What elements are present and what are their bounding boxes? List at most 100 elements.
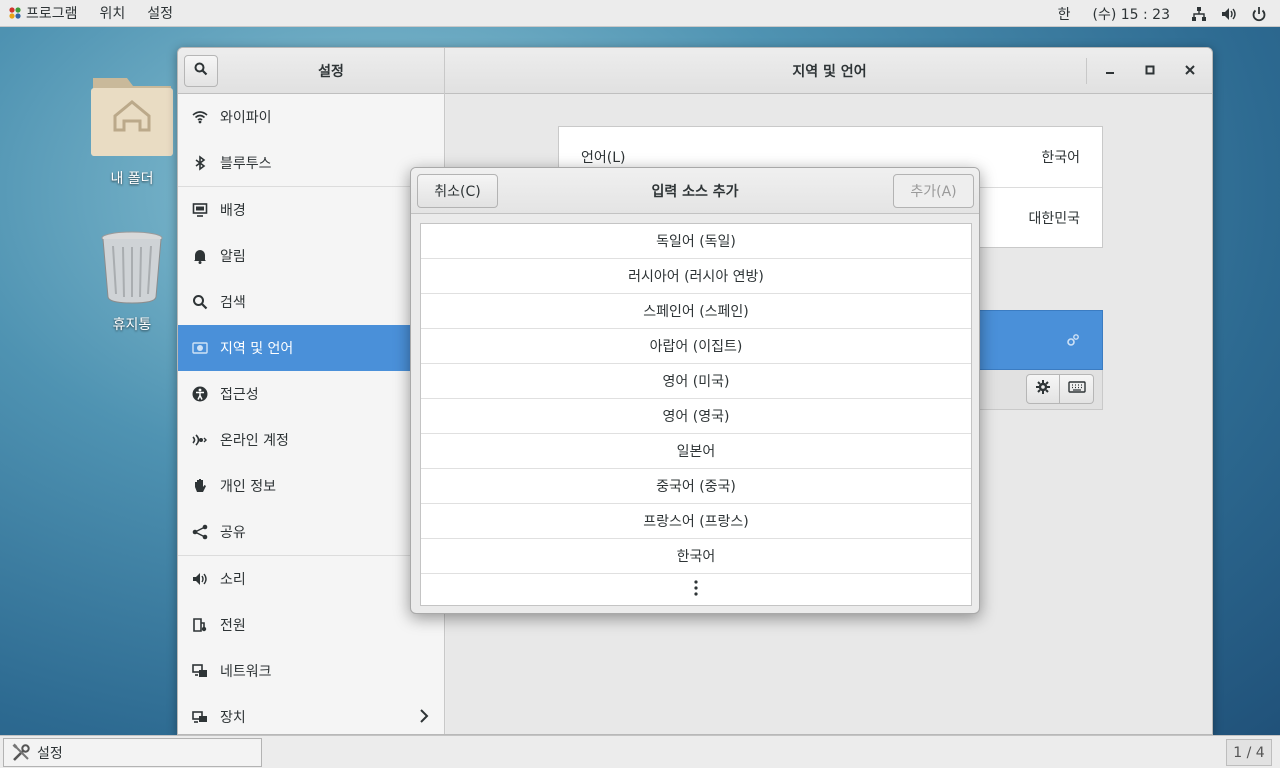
keyboard-layout-button[interactable] — [1060, 374, 1094, 404]
list-item[interactable]: 일본어 — [421, 434, 971, 469]
sidebar-item-bluetooth[interactable]: 블루투스 — [178, 140, 445, 186]
list-item[interactable]: 영어 (영국) — [421, 399, 971, 434]
input-source-list: 독일어 (독일) 러시아어 (러시아 연방) 스페인어 (스페인) 아랍어 (이… — [420, 223, 972, 606]
sidebar-item-search[interactable]: 검색 — [178, 279, 445, 325]
language-value: 한국어 — [1041, 150, 1080, 166]
sound-icon — [192, 571, 208, 587]
applications-icon — [8, 6, 22, 20]
desktop-trash[interactable]: 휴지통 — [82, 230, 182, 334]
keyboard-icon — [1067, 380, 1086, 398]
top-bar: 프로그램 위치 설정 한 (수) 15 : 23 — [0, 0, 1280, 27]
workspace-switcher[interactable]: 1 / 4 — [1226, 739, 1272, 766]
share-icon — [192, 524, 208, 540]
sidebar-item-online-accounts[interactable]: 온라인 계정 — [178, 417, 445, 463]
sidebar-item-accessibility[interactable]: 접근성 — [178, 371, 445, 417]
taskbar-settings-window[interactable]: 설정 — [3, 738, 262, 767]
wifi-icon — [192, 109, 208, 125]
search-icon — [194, 62, 208, 80]
applications-menu[interactable]: 프로그램 — [0, 0, 89, 27]
places-menu[interactable]: 위치 — [89, 0, 137, 27]
more-options-row[interactable] — [421, 574, 971, 605]
sidebar-title: 설정 — [318, 64, 344, 80]
desktop-home-folder[interactable]: 내 폴더 — [82, 74, 182, 188]
settings-tools-icon — [11, 743, 31, 763]
clock[interactable]: (수) 15 : 23 — [1078, 0, 1184, 27]
sidebar-item-sharing[interactable]: 공유 — [178, 509, 445, 555]
bell-icon — [192, 248, 208, 264]
list-item[interactable]: 한국어 — [421, 539, 971, 574]
sidebar-item-notifications[interactable]: 알림 — [178, 233, 445, 279]
list-item[interactable]: 중국어 (중국) — [421, 469, 971, 504]
desktop-home-label: 내 폴더 — [110, 171, 154, 187]
sidebar-item-wifi[interactable]: 와이파이 — [178, 94, 445, 140]
maximize-button[interactable] — [1138, 59, 1162, 83]
sidebar-item-label: 알림 — [220, 249, 246, 265]
list-item[interactable]: 러시아어 (러시아 연방) — [421, 259, 971, 294]
list-item[interactable]: 독일어 (독일) — [421, 224, 971, 259]
sidebar-header: 설정 — [178, 48, 445, 94]
input-options-button[interactable] — [1026, 374, 1060, 404]
input-method-indicator[interactable]: 한 — [1050, 0, 1079, 27]
sidebar-item-label: 지역 및 언어 — [220, 341, 294, 357]
maximize-icon — [1145, 63, 1155, 79]
folder-home-icon — [89, 74, 175, 162]
power-icon[interactable] — [1244, 0, 1274, 27]
sidebar-item-label: 장치 — [220, 710, 246, 726]
sidebar-item-label: 네트워크 — [220, 664, 272, 680]
sidebar-item-power[interactable]: 전원 — [178, 602, 445, 648]
applications-label: 프로그램 — [26, 6, 78, 22]
add-input-source-dialog: 취소(C) 입력 소스 추가 추가(A) 독일어 (독일) 러시아어 (러시아 … — [410, 167, 980, 614]
formats-value: 대한민국 — [1028, 210, 1080, 227]
privacy-icon — [192, 478, 208, 494]
cancel-button[interactable]: 취소(C) — [417, 174, 498, 208]
language-label: 언어(L) — [581, 150, 626, 166]
power-icon — [192, 617, 208, 633]
close-icon — [1185, 63, 1195, 79]
trash-icon — [99, 230, 165, 308]
background-icon — [192, 202, 208, 218]
sidebar-item-label: 와이파이 — [220, 110, 272, 126]
list-item[interactable]: 스페인어 (스페인) — [421, 294, 971, 329]
close-button[interactable] — [1178, 59, 1202, 83]
sidebar-item-label: 공유 — [220, 525, 246, 541]
input-settings-icon — [1066, 333, 1080, 351]
sidebar-item-label: 블루투스 — [220, 156, 272, 172]
desktop-trash-label: 휴지통 — [112, 317, 152, 333]
dialog-header: 취소(C) 입력 소스 추가 추가(A) — [411, 168, 979, 214]
header-divider — [1086, 58, 1087, 84]
devices-icon — [192, 709, 208, 725]
search-button[interactable] — [184, 55, 218, 87]
add-button[interactable]: 추가(A) — [893, 174, 974, 208]
list-item[interactable]: 영어 (미국) — [421, 364, 971, 399]
minimize-icon — [1105, 63, 1115, 79]
sidebar-item-label: 개인 정보 — [220, 479, 276, 495]
minimize-button[interactable] — [1098, 59, 1122, 83]
volume-icon[interactable] — [1214, 0, 1244, 27]
sidebar-item-region[interactable]: 지역 및 언어 — [178, 325, 445, 371]
sidebar-item-sound[interactable]: 소리 — [178, 556, 445, 602]
sidebar-item-label: 검색 — [220, 295, 246, 311]
settings-menu[interactable]: 설정 — [136, 0, 184, 27]
accessibility-icon — [192, 386, 208, 402]
dialog-title: 입력 소스 추가 — [651, 184, 739, 200]
chevron-right-icon — [419, 709, 429, 727]
sidebar-item-label: 온라인 계정 — [220, 433, 289, 449]
sidebar-item-label: 배경 — [220, 203, 246, 219]
sidebar-item-devices[interactable]: 장치 — [178, 694, 445, 734]
region-icon — [192, 340, 208, 356]
network-status-icon[interactable] — [1184, 0, 1214, 27]
taskbar-item-label: 설정 — [37, 745, 63, 762]
sidebar-item-background[interactable]: 배경 — [178, 187, 445, 233]
more-vertical-icon — [694, 579, 698, 601]
gear-icon — [1035, 379, 1051, 399]
sidebar-item-label: 전원 — [220, 618, 246, 634]
online-accounts-icon — [192, 432, 208, 448]
sidebar-item-privacy[interactable]: 개인 정보 — [178, 463, 445, 509]
list-item[interactable]: 아랍어 (이집트) — [421, 329, 971, 364]
list-item[interactable]: 프랑스어 (프랑스) — [421, 504, 971, 539]
search-icon — [192, 294, 208, 310]
sidebar-item-label: 접근성 — [220, 387, 259, 403]
network-icon — [192, 663, 208, 679]
bottom-taskbar: 설정 1 / 4 — [0, 735, 1280, 768]
sidebar-item-network[interactable]: 네트워크 — [178, 648, 445, 694]
